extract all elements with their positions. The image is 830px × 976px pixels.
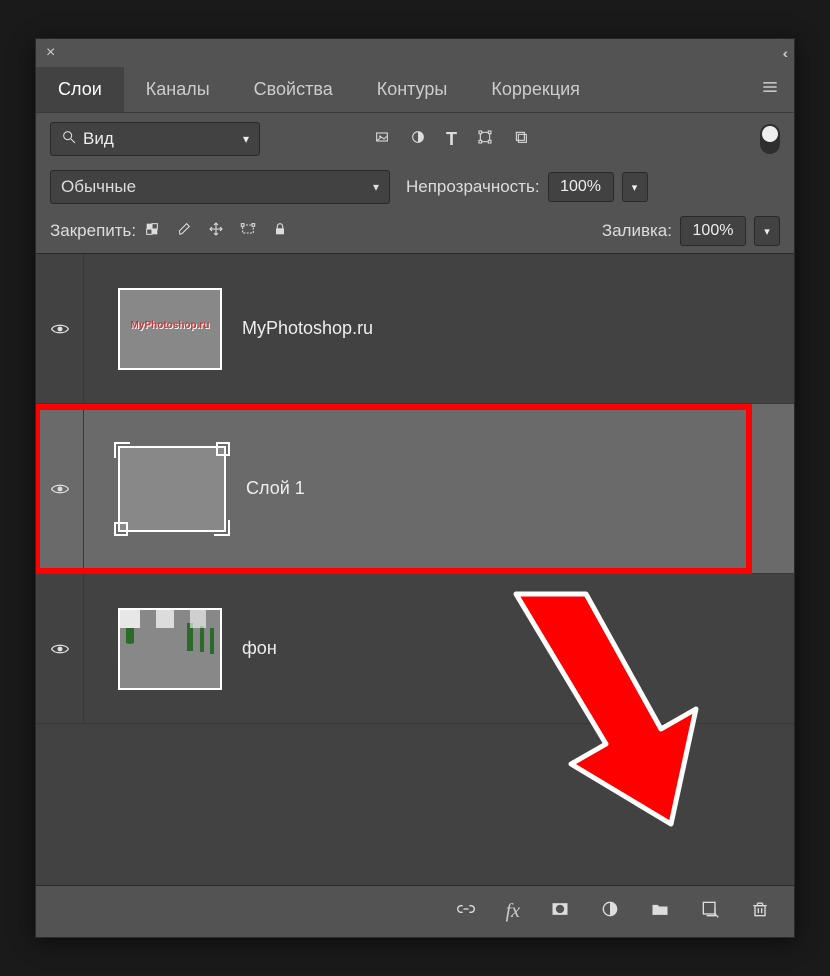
blend-mode-dropdown[interactable]: Обычные ▾ [50,170,390,204]
lock-position-icon[interactable] [208,221,224,242]
lock-icons [144,221,288,242]
search-icon [61,129,77,149]
link-layers-icon[interactable] [456,899,476,925]
layer-name[interactable]: Слой 1 [246,478,305,499]
layer-row[interactable]: Слой 1 [36,404,794,574]
panel-menu-icon[interactable] [760,77,780,102]
layer-thumbnail[interactable] [118,608,222,690]
filter-smart-icon[interactable] [513,129,529,150]
tab-adjustments[interactable]: Коррекция [469,67,602,112]
layer-group-icon[interactable] [650,899,670,925]
layer-name[interactable]: MyPhotoshop.ru [242,318,373,339]
lock-transparency-icon[interactable] [144,221,160,242]
layers-panel: × ‹‹ Слои Каналы Свойства Контуры Коррек… [35,38,795,938]
chevron-down-icon: ▾ [243,132,249,146]
layers-list: MyPhotoshop.ru MyPhotoshop.ru Слой 1 фон [36,253,794,885]
blend-mode-row: Обычные ▾ Непрозрачность: 100% ▾ [36,165,794,209]
lock-row: Закрепить: Заливка: 100% ▾ [36,209,794,253]
filter-shape-icon[interactable] [477,129,493,150]
layer-thumbnail[interactable] [118,446,226,532]
filter-pixel-icon[interactable] [374,129,390,150]
delete-layer-icon[interactable] [750,899,770,925]
filter-type-dropdown[interactable]: Вид ▾ [50,122,260,156]
visibility-toggle[interactable] [36,404,84,573]
filter-toggle[interactable] [760,124,780,154]
tab-layers[interactable]: Слои [36,67,124,112]
layer-row[interactable]: MyPhotoshop.ru MyPhotoshop.ru [36,254,794,404]
layer-mask-icon[interactable] [550,899,570,925]
fill-input[interactable]: 100% [680,216,746,246]
panel-tabs: Слои Каналы Свойства Контуры Коррекция [36,67,794,113]
tab-channels[interactable]: Каналы [124,67,232,112]
collapse-icon[interactable]: ‹‹ [783,45,784,61]
layer-name[interactable]: фон [242,638,277,659]
opacity-label: Непрозрачность: [406,177,540,197]
lock-all-icon[interactable] [272,221,288,242]
opacity-dropdown[interactable]: ▾ [622,172,648,202]
layers-bottom-toolbar: fx [36,885,794,937]
opacity-input[interactable]: 100% [548,172,614,202]
panel-titlebar: × ‹‹ [36,39,794,67]
layer-row[interactable]: фон [36,574,794,724]
tab-properties[interactable]: Свойства [232,67,355,112]
fill-dropdown[interactable]: ▾ [754,216,780,246]
close-icon[interactable]: × [46,44,55,62]
visibility-toggle[interactable] [36,574,84,723]
new-layer-icon[interactable] [700,899,720,925]
tab-paths[interactable]: Контуры [355,67,470,112]
fill-label: Заливка: [602,221,672,241]
thumbnail-text: MyPhotoshop.ru [124,320,216,331]
filter-adjustment-icon[interactable] [410,129,426,150]
filter-type-icon[interactable]: T [446,129,457,150]
lock-artboard-icon[interactable] [240,221,256,242]
visibility-toggle[interactable] [36,254,84,403]
filter-type-label: Вид [83,129,114,149]
layer-effects-icon[interactable]: fx [506,900,520,923]
lock-label: Закрепить: [50,221,136,241]
lock-pixels-icon[interactable] [176,221,192,242]
chevron-down-icon: ▾ [373,180,379,194]
layer-thumbnail[interactable]: MyPhotoshop.ru [118,288,222,370]
adjustment-layer-icon[interactable] [600,899,620,925]
filter-icons: T [374,129,529,150]
layer-filter-row: Вид ▾ T [36,113,794,165]
blend-mode-value: Обычные [61,177,136,197]
